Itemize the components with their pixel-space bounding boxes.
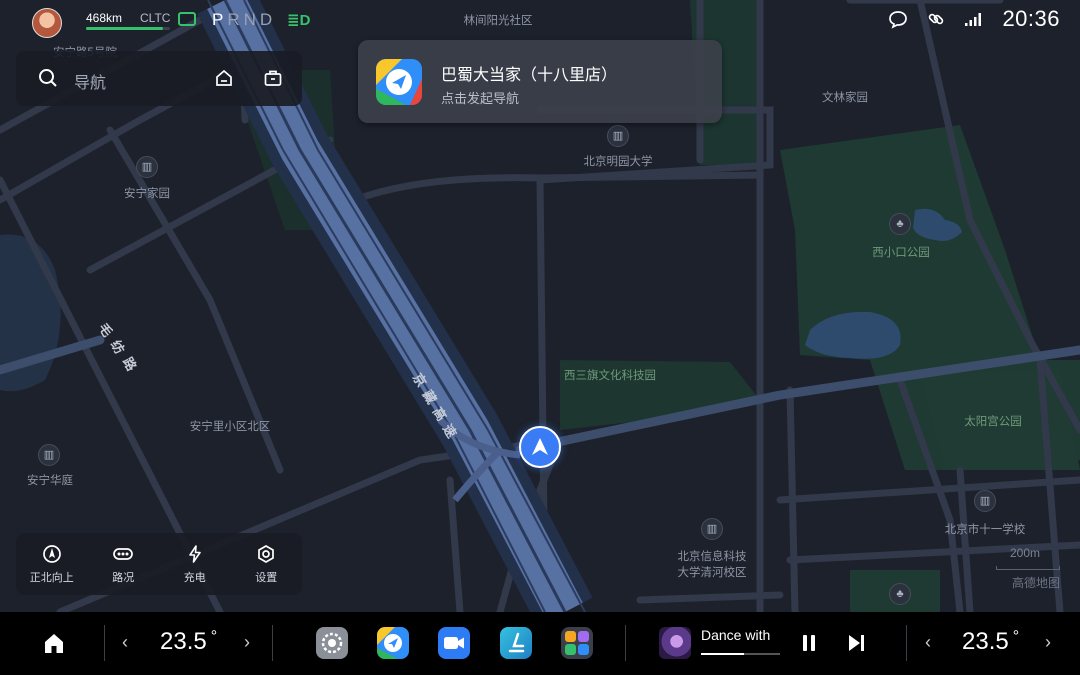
quick-action-label: 正北向上 [29, 571, 74, 584]
app-tile-icon [578, 644, 589, 655]
message-icon[interactable] [888, 9, 908, 29]
compass-icon [42, 544, 61, 563]
traffic-button[interactable]: 路况 [93, 544, 153, 585]
video-camera-icon [444, 637, 464, 649]
album-art[interactable] [659, 627, 691, 659]
right-temperature: 23.5 ° [962, 628, 1020, 655]
battery-icon [178, 12, 196, 26]
range-value: 468km [86, 11, 123, 25]
map-scale-bar [996, 566, 1060, 570]
map-label: 西三旗文化科技园 [564, 370, 656, 382]
range-bar-fill [86, 27, 164, 30]
avatar[interactable] [32, 8, 62, 38]
dock-separator [906, 625, 907, 661]
search-input[interactable]: 导航 [74, 69, 106, 93]
gear-d: D [259, 10, 277, 29]
park-icon[interactable]: ♣ [889, 213, 911, 235]
destination-name: 巴蜀大当家（十八里店） [441, 67, 618, 84]
map-label: 太阳宫公园 [964, 416, 1022, 428]
building-icon[interactable]: ▥ [136, 156, 158, 178]
app-tile-icon [578, 631, 589, 642]
charging-button[interactable]: 充电 [165, 544, 225, 585]
quick-action-label: 设置 [255, 571, 278, 584]
home-button[interactable] [42, 632, 66, 654]
building-icon[interactable]: ▥ [38, 444, 60, 466]
map-label: 安宁华庭 [27, 475, 73, 487]
seat-icon [508, 632, 525, 653]
app-tile-icon [565, 631, 576, 642]
building-icon[interactable]: ▥ [974, 490, 996, 512]
pause-icon [803, 635, 815, 651]
system-settings-app[interactable] [316, 627, 348, 659]
next-icon [849, 635, 864, 651]
dock-separator [625, 625, 626, 661]
map-label: 大学清河校区 [677, 567, 747, 579]
pause-button[interactable] [800, 633, 818, 653]
quick-action-label: 路况 [112, 571, 135, 584]
song-progress[interactable] [701, 653, 780, 655]
left-temp-up-button[interactable]: › [244, 632, 250, 653]
map-label: 安宁家园 [124, 188, 170, 200]
navigation-arrow-icon [532, 438, 548, 455]
link-icon[interactable] [926, 9, 946, 29]
range-standard: CLTC [140, 11, 171, 25]
map-label: 北京信息科技 [677, 551, 747, 563]
right-temp-down-button[interactable]: ‹ [925, 632, 931, 653]
park-icon[interactable]: ♣ [889, 583, 911, 605]
map-quick-actions: 正北向上 路况 充电 设置 [16, 533, 302, 595]
left-temp-down-button[interactable]: ‹ [122, 632, 128, 653]
navigation-icon [377, 627, 402, 659]
gear-n: N [243, 10, 260, 29]
video-call-app[interactable] [438, 627, 470, 659]
left-temperature: 23.5 ° [160, 628, 218, 655]
next-track-button[interactable] [846, 633, 866, 653]
building-icon[interactable]: ▥ [701, 518, 723, 540]
app-drawer[interactable] [561, 627, 593, 659]
dock-separator [272, 625, 273, 661]
building-icon[interactable]: ▥ [607, 125, 629, 147]
north-up-button[interactable]: 正北向上 [22, 544, 82, 585]
gear-r: R [227, 10, 244, 29]
app-tile-icon [565, 644, 576, 655]
home-icon[interactable] [214, 68, 234, 88]
settings-button[interactable]: 设置 [236, 544, 296, 585]
maps-app-icon [376, 59, 422, 105]
navigation-search-panel[interactable]: 导航 [16, 51, 302, 106]
briefcase-icon[interactable] [263, 68, 283, 88]
traffic-icon [113, 547, 134, 560]
signal-icon [964, 9, 984, 29]
vehicle-location-marker[interactable] [519, 426, 561, 468]
charge-icon [188, 544, 201, 563]
maps-app[interactable] [377, 627, 409, 659]
map-provider-label: 高德地图 [1012, 576, 1061, 590]
right-temp-up-button[interactable]: › [1045, 632, 1051, 653]
seat-app[interactable] [500, 627, 532, 659]
map-label: 北京明园大学 [583, 156, 653, 168]
song-progress-fill [701, 653, 745, 655]
dock-separator [104, 625, 105, 661]
search-icon[interactable] [38, 68, 58, 88]
map-label: 文林家园 [822, 92, 868, 104]
map-label: 西小口公园 [872, 247, 930, 259]
map-label: 安宁里小区北区 [189, 421, 271, 433]
settings-icon [258, 544, 275, 563]
gear-p: P [212, 10, 228, 29]
clock: 20:36 [1002, 6, 1060, 31]
map-label: 北京市十一学校 [944, 524, 1026, 536]
gear-indicator: PRND [212, 10, 276, 30]
destination-card[interactable]: 巴蜀大当家（十八里店） 点击发起导航 [358, 40, 722, 123]
status-bar: 468km CLTC PRND ≣D 20:36 [0, 0, 1080, 44]
range-bar [86, 27, 170, 30]
destination-action[interactable]: 点击发起导航 [441, 88, 519, 107]
home-icon [45, 634, 63, 653]
map-scale-label: 200m [1010, 546, 1041, 560]
quick-action-label: 充电 [183, 571, 206, 584]
song-title: Dance with [701, 627, 771, 643]
headlight-icon: ≣D [287, 12, 311, 29]
settings-icon [321, 632, 343, 654]
